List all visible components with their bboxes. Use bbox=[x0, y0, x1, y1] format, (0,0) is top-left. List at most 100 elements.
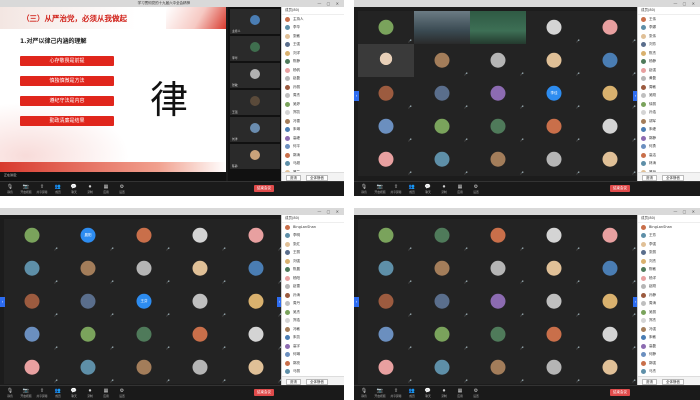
participant-row[interactable]: 张敏 bbox=[282, 32, 344, 41]
toolbar-button[interactable]: 💬 聊天 bbox=[422, 388, 434, 398]
participant-row[interactable]: 杨阳 bbox=[282, 274, 344, 283]
video-tile[interactable]: 🎤 bbox=[526, 11, 582, 44]
toolbar-button[interactable]: ⚙ 设置 bbox=[470, 388, 482, 398]
video-tile[interactable]: 🎤 bbox=[116, 351, 172, 384]
participant-row[interactable]: 吴婷 bbox=[282, 100, 344, 109]
video-tile[interactable]: 🎤 bbox=[470, 351, 526, 384]
participant-row[interactable]: BingLanShan bbox=[638, 223, 700, 232]
participant-row[interactable]: 王芳 bbox=[638, 232, 700, 241]
video-strip-tile[interactable]: 陈静 bbox=[230, 144, 280, 169]
video-tile[interactable]: 🎤 bbox=[526, 285, 582, 318]
toolbar-button[interactable]: ▦ 应用 bbox=[100, 388, 112, 398]
video-tile[interactable]: 🎤 bbox=[470, 143, 526, 176]
video-tile[interactable]: 🎤 bbox=[526, 44, 582, 77]
toolbar-button[interactable]: 🎙 静音 bbox=[4, 184, 16, 194]
video-tile[interactable]: 🎤 bbox=[414, 285, 470, 318]
participant-row[interactable]: 郭亮 bbox=[282, 359, 344, 368]
video-tile[interactable]: 🎤 bbox=[582, 11, 638, 44]
participant-row[interactable]: 冯雪 bbox=[282, 117, 344, 126]
video-tile[interactable]: 李佳 🎤 bbox=[526, 77, 582, 110]
toolbar-button[interactable]: 📷 开启视频 bbox=[20, 184, 32, 194]
video-tile[interactable]: 晨阳 🎤 bbox=[60, 219, 116, 252]
video-tile[interactable]: 🎤 bbox=[470, 318, 526, 351]
toolbar-button[interactable]: 👥 成员 bbox=[406, 388, 418, 398]
participant-row[interactable]: 陈晨 bbox=[282, 266, 344, 275]
video-tile[interactable]: 🎤 bbox=[358, 318, 414, 351]
video-tile[interactable]: 🎤 bbox=[526, 143, 582, 176]
video-tile[interactable]: 🎤 bbox=[228, 252, 284, 285]
toolbar-button[interactable]: ⏺ 录制 bbox=[84, 184, 96, 194]
participant-row[interactable]: 赵强 bbox=[638, 66, 700, 75]
window-controls[interactable]: — ▢ ✕ bbox=[673, 1, 697, 6]
video-tile[interactable]: 🎤 bbox=[358, 11, 414, 44]
video-tile[interactable]: 🎤 bbox=[228, 351, 284, 384]
participant-row[interactable]: 林涛 bbox=[638, 160, 700, 169]
toolbar-button[interactable]: 💬 聊天 bbox=[68, 184, 80, 194]
video-tile[interactable]: 🎤 bbox=[470, 44, 526, 77]
toolbar-button[interactable]: ⚙ 设置 bbox=[470, 184, 482, 194]
toolbar-button[interactable]: ⏺ 录制 bbox=[84, 388, 96, 398]
participant-row[interactable]: 李强 bbox=[638, 240, 700, 249]
participant-row[interactable]: 郑杰 bbox=[638, 317, 700, 326]
video-tile[interactable]: 🎤 bbox=[60, 285, 116, 318]
participant-row[interactable]: 马超 bbox=[282, 160, 344, 169]
video-tile[interactable]: 王芬 🎤 bbox=[116, 285, 172, 318]
toolbar-button[interactable]: 👥 成员 bbox=[52, 184, 64, 194]
video-tile[interactable]: 🎤 bbox=[60, 252, 116, 285]
participant-row[interactable]: 何琳 bbox=[282, 351, 344, 360]
end-meeting-button[interactable]: 结束会议 bbox=[254, 185, 274, 192]
participant-row[interactable]: 马丽 bbox=[282, 368, 344, 377]
participant-row[interactable]: 李娜 bbox=[638, 24, 700, 33]
prev-page-icon[interactable]: ‹ bbox=[354, 297, 359, 308]
participant-row[interactable]: 高宇 bbox=[282, 342, 344, 351]
video-tile[interactable]: 🎤 bbox=[358, 219, 414, 252]
participant-row[interactable]: 张丽 bbox=[638, 249, 700, 258]
participant-row[interactable]: 郑凯 bbox=[282, 109, 344, 118]
participant-row[interactable]: 朱凯 bbox=[282, 334, 344, 343]
participant-row[interactable]: 马杰 bbox=[638, 368, 700, 377]
participant-row[interactable]: 郭涛 bbox=[282, 151, 344, 160]
participant-row[interactable]: 王伟 bbox=[638, 15, 700, 24]
toolbar-button[interactable]: ▦ 应用 bbox=[100, 184, 112, 194]
participant-row[interactable]: 何平 bbox=[282, 143, 344, 152]
video-tile[interactable]: 🎤 bbox=[526, 351, 582, 384]
participant-row[interactable]: 杨帆 bbox=[282, 66, 344, 75]
video-tile[interactable]: 🎤 bbox=[358, 44, 414, 77]
video-tile[interactable]: 🎤 bbox=[582, 110, 638, 143]
video-tile[interactable]: 🎤 bbox=[358, 110, 414, 143]
window-controls[interactable]: — ▢ ✕ bbox=[317, 1, 341, 6]
participant-row[interactable]: 陈杰 bbox=[638, 49, 700, 58]
video-tile[interactable]: 🎤 bbox=[526, 219, 582, 252]
participant-row[interactable]: 赵雪 bbox=[282, 283, 344, 292]
video-tile[interactable]: 🎤 bbox=[116, 318, 172, 351]
participant-row[interactable]: 吴杰 bbox=[282, 308, 344, 317]
participant-row[interactable]: 吴刚 bbox=[638, 92, 700, 101]
participant-row[interactable]: 孙丽 bbox=[282, 83, 344, 92]
participant-row[interactable]: 朱敏 bbox=[638, 334, 700, 343]
participant-row[interactable]: 杨洋 bbox=[638, 274, 700, 283]
video-strip-tile[interactable]: 张敏 bbox=[230, 63, 280, 88]
participant-row[interactable]: 高峰 bbox=[282, 134, 344, 143]
participant-row[interactable]: 赵刚 bbox=[638, 283, 700, 292]
window-controls[interactable]: — ▢ ✕ bbox=[673, 209, 697, 214]
toolbar-button[interactable]: 📷 开启视频 bbox=[374, 184, 386, 194]
video-tile[interactable]: 🎤 bbox=[414, 44, 470, 77]
participant-row[interactable]: BingLanShan bbox=[282, 223, 344, 232]
video-tile[interactable]: 🎤 bbox=[526, 252, 582, 285]
toolbar-button[interactable]: ⇪ 共享屏幕 bbox=[390, 388, 402, 398]
video-tile[interactable]: 🎤 bbox=[582, 44, 638, 77]
video-tile[interactable]: 🎤 bbox=[228, 318, 284, 351]
video-tile[interactable]: 🎤 bbox=[470, 219, 526, 252]
video-tile[interactable]: 🎤 bbox=[414, 77, 470, 110]
toolbar-button[interactable]: 💬 聊天 bbox=[68, 388, 80, 398]
video-tile[interactable]: 🎤 bbox=[60, 318, 116, 351]
video-tile[interactable]: 🎤 bbox=[582, 252, 638, 285]
prev-page-icon[interactable]: ‹ bbox=[0, 297, 5, 308]
participant-row[interactable]: 高磊 bbox=[638, 342, 700, 351]
participant-row[interactable]: 孙涛 bbox=[282, 291, 344, 300]
video-tile[interactable]: 🎤 bbox=[470, 110, 526, 143]
participant-row[interactable]: 张红 bbox=[282, 240, 344, 249]
video-tile[interactable]: 🎤 bbox=[414, 110, 470, 143]
participant-row[interactable]: 陈敏 bbox=[638, 266, 700, 275]
video-tile[interactable]: 🎤 bbox=[414, 318, 470, 351]
